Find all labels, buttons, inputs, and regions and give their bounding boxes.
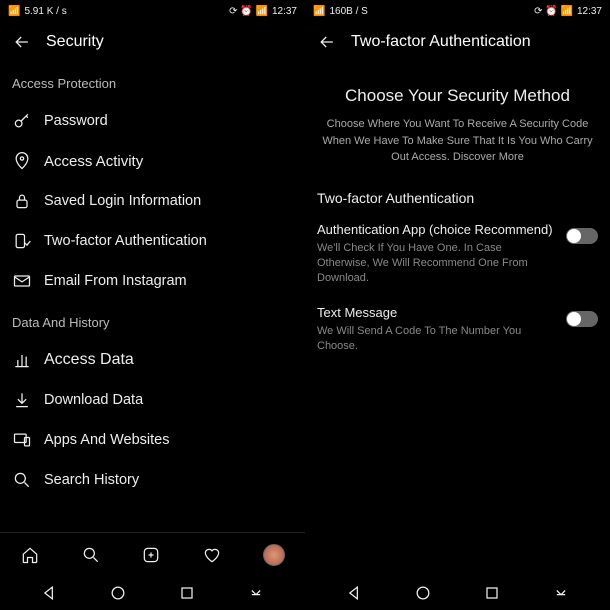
menu-password[interactable]: Password — [12, 101, 293, 141]
page-title: Two-factor Authentication — [351, 33, 531, 51]
menu-label: Download Data — [44, 392, 143, 408]
chart-icon — [12, 350, 32, 370]
screen-security: 📶5.91 K / s ⟳ ⏰ 📶12:37 Security Access P… — [0, 0, 305, 610]
nav-back-icon[interactable] — [39, 583, 59, 603]
devices-icon — [12, 430, 32, 450]
option-title: Authentication App (choice Recommend) — [317, 222, 554, 237]
menu-saved-login[interactable]: Saved Login Information — [12, 181, 293, 221]
option-desc: We Will Send A Code To The Number You Ch… — [317, 324, 554, 355]
nav-menu-icon[interactable] — [551, 583, 571, 603]
nav-recent-icon[interactable] — [482, 583, 502, 603]
add-icon[interactable] — [141, 545, 161, 565]
content: Access Protection Password Access Activi… — [0, 62, 305, 532]
home-icon[interactable] — [20, 545, 40, 565]
menu-label: Apps And Websites — [44, 432, 169, 448]
menu-label: Password — [44, 113, 108, 129]
toggle-text-message[interactable] — [566, 311, 598, 327]
time: 12:37 — [272, 6, 297, 17]
menu-label: Two-factor Authentication — [44, 233, 207, 249]
option-auth-app[interactable]: Authentication App (choice Recommend) We… — [317, 222, 598, 287]
menu-two-factor[interactable]: Two-factor Authentication — [12, 221, 293, 261]
lock-icon — [12, 191, 32, 211]
menu-apps-websites[interactable]: Apps And Websites — [12, 420, 293, 460]
choose-method-desc: Choose Where You Want To Receive A Secur… — [317, 116, 598, 166]
search-icon — [12, 470, 32, 490]
menu-access-activity[interactable]: Access Activity — [12, 141, 293, 181]
time: 12:37 — [577, 6, 602, 17]
two-factor-subtitle: Two-factor Authentication — [317, 190, 598, 206]
page-title: Security — [46, 33, 104, 51]
menu-access-data[interactable]: Access Data — [12, 340, 293, 380]
menu-email[interactable]: Email From Instagram — [12, 261, 293, 301]
menu-label: Search History — [44, 472, 139, 488]
nav-back-icon[interactable] — [344, 583, 364, 603]
back-icon[interactable] — [12, 32, 32, 52]
heart-icon[interactable] — [202, 545, 222, 565]
avatar[interactable] — [263, 544, 285, 566]
toggle-auth-app[interactable] — [566, 228, 598, 244]
header: Two-factor Authentication — [305, 22, 610, 62]
option-title: Text Message — [317, 305, 554, 320]
download-icon — [12, 390, 32, 410]
header: Security — [0, 22, 305, 62]
shield-icon — [12, 231, 32, 251]
option-text-message[interactable]: Text Message We Will Send A Code To The … — [317, 305, 598, 355]
nav-menu-icon[interactable] — [246, 583, 266, 603]
nav-home-icon[interactable] — [413, 583, 433, 603]
menu-label: Email From Instagram — [44, 273, 187, 289]
menu-search-history[interactable]: Search History — [12, 460, 293, 500]
key-icon — [12, 111, 32, 131]
section-data-history: Data And History — [12, 315, 293, 330]
back-icon[interactable] — [317, 32, 337, 52]
net-speed: 5.91 K / s — [24, 6, 66, 17]
section-access-protection: Access Protection — [12, 76, 293, 91]
location-icon — [12, 151, 32, 171]
statusbar: 📶160B / S ⟳ ⏰ 📶12:37 — [305, 0, 610, 22]
search-nav-icon[interactable] — [81, 545, 101, 565]
mail-icon — [12, 271, 32, 291]
content: Choose Your Security Method Choose Where… — [305, 62, 610, 576]
menu-label: Access Data — [44, 351, 134, 369]
choose-method-title: Choose Your Security Method — [317, 86, 598, 106]
option-desc: We'll Check If You Have One. In Case Oth… — [317, 241, 554, 287]
menu-label: Access Activity — [44, 153, 143, 170]
system-nav — [305, 576, 610, 610]
system-nav — [0, 576, 305, 610]
statusbar: 📶5.91 K / s ⟳ ⏰ 📶12:37 — [0, 0, 305, 22]
nav-home-icon[interactable] — [108, 583, 128, 603]
menu-download-data[interactable]: Download Data — [12, 380, 293, 420]
menu-label: Saved Login Information — [44, 193, 201, 209]
nav-recent-icon[interactable] — [177, 583, 197, 603]
screen-two-factor: 📶160B / S ⟳ ⏰ 📶12:37 Two-factor Authenti… — [305, 0, 610, 610]
net-speed: 160B / S — [329, 6, 367, 17]
bottom-nav — [0, 532, 305, 576]
